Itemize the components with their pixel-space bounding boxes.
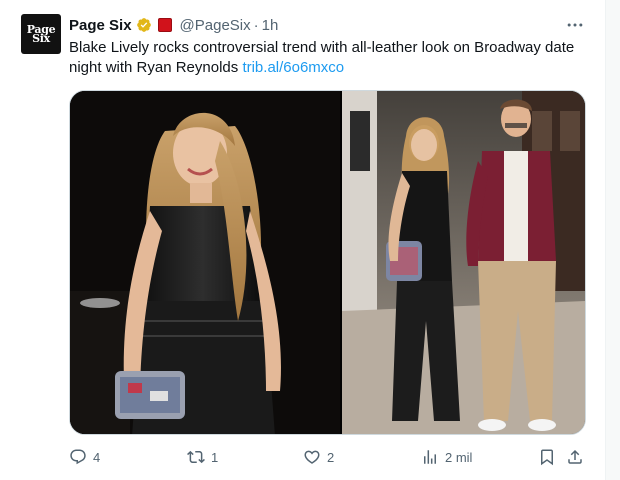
- repost-count: 1: [211, 449, 219, 465]
- photo-right[interactable]: [341, 91, 585, 434]
- timestamp[interactable]: 1h: [262, 17, 279, 34]
- reply-icon: [70, 449, 86, 465]
- display-name[interactable]: Page Six: [69, 17, 132, 34]
- tweet-text: Blake Lively rocks controversial trend w…: [69, 38, 589, 78]
- affiliate-badge-icon[interactable]: [157, 18, 172, 32]
- media-grid: [69, 90, 586, 435]
- heart-icon: [304, 450, 320, 464]
- repost-icon: [187, 450, 205, 464]
- photo-left-illustration: [70, 91, 340, 434]
- separator-dot: ·: [253, 16, 259, 34]
- avatar[interactable]: Page Six: [21, 14, 61, 54]
- share-button[interactable]: [566, 448, 584, 466]
- photo-right-illustration: [341, 91, 585, 434]
- more-icon[interactable]: [565, 15, 585, 35]
- avatar-text-line2: Six: [32, 32, 50, 45]
- views-count: 2 mil: [445, 449, 473, 465]
- reply-button[interactable]: 4: [69, 448, 100, 466]
- tweet-card[interactable]: Page Six Page Six @PageSix · 1h Blake Li…: [0, 0, 606, 480]
- views-button[interactable]: 2 mil: [421, 448, 472, 466]
- verified-badge-icon[interactable]: [136, 17, 152, 33]
- repost-button[interactable]: 1: [187, 448, 218, 466]
- reply-count: 4: [93, 449, 101, 465]
- handle[interactable]: @PageSix: [180, 17, 251, 34]
- right-gutter: [606, 0, 620, 480]
- like-count: 2: [327, 449, 335, 465]
- like-button[interactable]: 2: [303, 448, 334, 466]
- tweet-link[interactable]: trib.al/6o6mxco: [242, 59, 344, 76]
- bookmark-button[interactable]: [538, 448, 556, 466]
- action-bar: 4 1 2 2 mil: [0, 448, 606, 470]
- photo-left[interactable]: [70, 91, 340, 434]
- tweet-header: Page Six @PageSix · 1h: [69, 15, 278, 35]
- bookmark-icon: [541, 449, 553, 466]
- share-icon: [568, 449, 582, 464]
- views-icon: [424, 450, 436, 464]
